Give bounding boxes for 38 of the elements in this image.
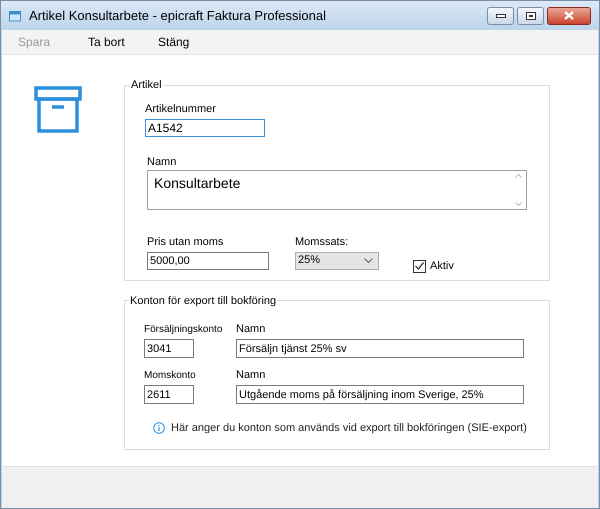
box-icon bbox=[34, 85, 82, 133]
field-label: Namn bbox=[236, 369, 266, 382]
group-title: Konton för export till bokföring bbox=[129, 294, 278, 308]
minimize-icon bbox=[496, 14, 506, 18]
field-label: Momssats: bbox=[295, 236, 350, 248]
checkbox[interactable] bbox=[413, 260, 426, 273]
input-field[interactable]: Försäljn tjänst 25% sv bbox=[236, 339, 524, 358]
chevron-down-icon bbox=[364, 258, 373, 263]
input-field[interactable]: 3041 bbox=[144, 339, 194, 358]
field-value: Konsultarbete bbox=[153, 174, 242, 192]
minimize-button[interactable] bbox=[487, 6, 514, 24]
field-label: Pris utan moms bbox=[147, 236, 224, 248]
field-label: Namn bbox=[236, 323, 266, 336]
toolbar-button[interactable]: Ta bort bbox=[88, 33, 128, 51]
close-button[interactable] bbox=[547, 6, 591, 24]
field-label: Namn bbox=[147, 156, 178, 168]
active-checkbox[interactable]: Aktiv bbox=[413, 258, 454, 274]
window-icon bbox=[9, 10, 21, 22]
group-title: Artikel bbox=[130, 78, 163, 93]
input-field[interactable]: Utgående moms på försäljning inom Sverige, 25% bbox=[236, 385, 524, 404]
toolbar-button[interactable]: Stäng bbox=[158, 33, 198, 51]
input-field[interactable]: 2611 bbox=[144, 385, 194, 404]
input-field[interactable]: A1542 bbox=[145, 118, 265, 136]
input-field[interactable]: 5000,00 bbox=[147, 252, 269, 270]
scroll-down-icon bbox=[514, 202, 522, 206]
text-area[interactable]: Konsultarbete bbox=[147, 170, 527, 210]
scroll-up-icon bbox=[514, 174, 522, 178]
check-icon bbox=[415, 262, 424, 270]
info-text: Här anger du konton som används vid export till bokföringen (SIE-export) bbox=[171, 421, 527, 436]
info-icon bbox=[153, 422, 165, 434]
window-title: Artikel Konsultarbete - epicraft Faktura Professional bbox=[29, 6, 326, 25]
field-label: Momskonto bbox=[144, 369, 196, 382]
maximize-icon bbox=[526, 12, 536, 20]
field-label: Artikelnummer bbox=[145, 102, 217, 116]
close-icon bbox=[564, 11, 574, 20]
dropdown[interactable]: 25% bbox=[295, 252, 379, 270]
maximize-button[interactable] bbox=[517, 6, 544, 24]
field-label: Försäljningskonto bbox=[144, 323, 222, 336]
